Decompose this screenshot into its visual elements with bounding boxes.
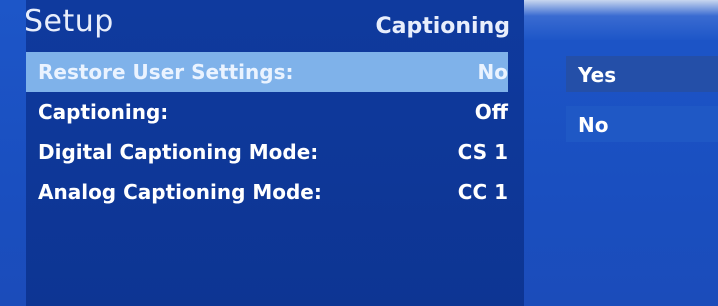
tv-screen: Setup Captioning Restore User Settings: … <box>0 0 718 306</box>
menu-item-value: CC 1 <box>457 180 508 204</box>
menu-item-captioning[interactable]: Captioning: Off <box>26 92 508 132</box>
menu-item-value: No <box>477 60 508 84</box>
menu-item-label: Analog Captioning Mode: <box>38 180 322 204</box>
option-submenu: Yes No <box>566 56 718 156</box>
option-yes[interactable]: Yes <box>566 56 718 92</box>
menu-item-value: Off <box>474 100 508 124</box>
menu-item-analog-captioning-mode[interactable]: Analog Captioning Mode: CC 1 <box>26 172 508 212</box>
menu-item-restore-user-settings[interactable]: Restore User Settings: No <box>26 52 508 92</box>
option-no[interactable]: No <box>566 106 718 142</box>
menu-item-value: CS 1 <box>457 140 508 164</box>
page-title: Setup <box>24 4 114 39</box>
screen-glare <box>524 0 718 40</box>
settings-menu: Restore User Settings: No Captioning: Of… <box>26 52 524 212</box>
menu-item-label: Restore User Settings: <box>38 60 294 84</box>
section-title: Captioning <box>375 14 510 39</box>
menu-item-label: Captioning: <box>38 100 169 124</box>
menu-item-label: Digital Captioning Mode: <box>38 140 319 164</box>
menu-item-digital-captioning-mode[interactable]: Digital Captioning Mode: CS 1 <box>26 132 508 172</box>
